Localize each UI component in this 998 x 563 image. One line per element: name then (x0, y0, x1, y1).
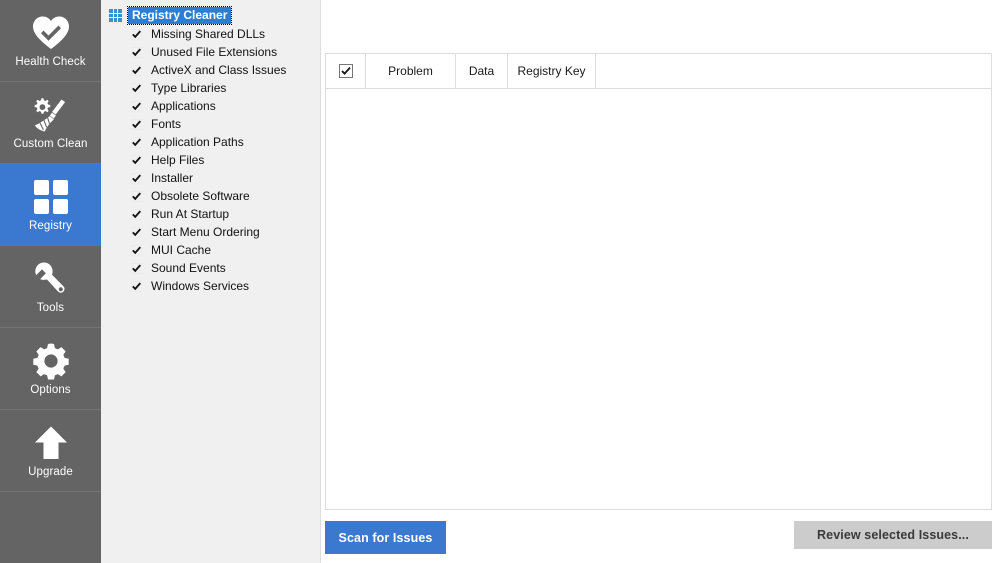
tree-item[interactable]: Application Paths (101, 133, 320, 151)
column-header-spacer (596, 54, 991, 88)
checkmark-icon[interactable] (131, 100, 142, 112)
results-table-body[interactable] (326, 89, 991, 509)
tree-item-label: Unused File Extensions (151, 44, 278, 59)
gear-icon (32, 341, 70, 381)
tree-item[interactable]: ActiveX and Class Issues (101, 61, 320, 79)
checkmark-icon[interactable] (131, 64, 142, 76)
checkmark-icon[interactable] (131, 154, 142, 166)
results-table: Problem Data Registry Key (325, 53, 992, 510)
tree-item[interactable]: Sound Events (101, 259, 320, 277)
tree-item[interactable]: Missing Shared DLLs (101, 25, 320, 43)
tree-item[interactable]: Unused File Extensions (101, 43, 320, 61)
tree-item-label: Run At Startup (151, 206, 230, 221)
tree-item[interactable]: Installer (101, 169, 320, 187)
tree-item-label: Sound Events (151, 260, 226, 275)
checkmark-icon[interactable] (131, 280, 142, 292)
tree-item-label: Fonts (151, 116, 182, 131)
tree-item-label: Obsolete Software (151, 188, 250, 203)
wrench-icon (32, 259, 70, 299)
checkmark-icon[interactable] (131, 172, 142, 184)
left-nav-sidebar: Health Check Custom Clean Registry Tools… (0, 0, 101, 563)
tree-item-label: Missing Shared DLLs (151, 26, 266, 41)
tree-item-label: Applications (151, 98, 216, 113)
tree-root-registry-cleaner[interactable]: Registry Cleaner (101, 6, 320, 25)
sidebar-item-upgrade[interactable]: Upgrade (0, 410, 101, 492)
heart-check-icon (31, 13, 71, 53)
tree-item[interactable]: Applications (101, 97, 320, 115)
sidebar-filler (0, 492, 101, 563)
column-header-data[interactable]: Data (456, 54, 508, 88)
sidebar-item-label: Registry (29, 219, 72, 232)
tree-item-label: Application Paths (151, 134, 244, 149)
results-table-header: Problem Data Registry Key (326, 54, 991, 89)
tree-item[interactable]: Start Menu Ordering (101, 223, 320, 241)
tree-item-label: Installer (151, 170, 194, 185)
main-content-panel: Problem Data Registry Key Scan for Issue… (321, 0, 998, 563)
tree-item-label: Type Libraries (151, 80, 227, 95)
checkmark-icon[interactable] (131, 244, 142, 256)
column-header-problem[interactable]: Problem (366, 54, 456, 88)
tree-root-label: Registry Cleaner (126, 6, 233, 25)
checkmark-icon[interactable] (131, 46, 142, 58)
sidebar-item-label: Custom Clean (13, 137, 88, 150)
sidebar-item-registry[interactable]: Registry (0, 164, 101, 246)
app-window: Health Check Custom Clean Registry Tools… (0, 0, 998, 563)
tree-item-label: Start Menu Ordering (151, 224, 260, 239)
sidebar-item-label: Tools (36, 301, 65, 314)
sidebar-item-health-check[interactable]: Health Check (0, 0, 101, 82)
checkmark-icon[interactable] (131, 28, 142, 40)
checkmark-icon[interactable] (131, 262, 142, 274)
review-selected-issues-button[interactable]: Review selected Issues... (794, 521, 992, 549)
tree-item[interactable]: Obsolete Software (101, 187, 320, 205)
sidebar-item-label: Upgrade (28, 465, 73, 478)
tree-item[interactable]: Help Files (101, 151, 320, 169)
checkmark-icon[interactable] (131, 226, 142, 238)
broom-gear-icon (30, 95, 72, 135)
tree-item[interactable]: MUI Cache (101, 241, 320, 259)
registry-cleaner-tree-panel: Registry Cleaner Missing Shared DLLs Unus… (101, 0, 321, 563)
tree-item[interactable]: Windows Services (101, 277, 320, 295)
checkmark-icon[interactable] (131, 118, 142, 130)
select-all-checkbox[interactable] (338, 64, 353, 78)
grid-squares-icon (109, 9, 122, 22)
sidebar-item-options[interactable]: Options (0, 328, 101, 410)
tree-item-label: Windows Services (151, 278, 250, 293)
tree-item[interactable]: Run At Startup (101, 205, 320, 223)
checkmark-icon[interactable] (131, 136, 142, 148)
tree-item-label: ActiveX and Class Issues (151, 62, 287, 77)
column-header-registry-key[interactable]: Registry Key (508, 54, 596, 88)
scan-for-issues-button[interactable]: Scan for Issues (325, 521, 446, 554)
up-arrow-icon (33, 423, 69, 463)
sidebar-item-tools[interactable]: Tools (0, 246, 101, 328)
tree-item-label: Help Files (151, 152, 205, 167)
tree-item[interactable]: Type Libraries (101, 79, 320, 97)
tree-children-list: Missing Shared DLLs Unused File Extension… (101, 25, 320, 295)
grid-squares-icon (33, 177, 69, 217)
sidebar-item-custom-clean[interactable]: Custom Clean (0, 82, 101, 164)
tree-item-label: MUI Cache (151, 242, 212, 257)
checkmark-icon[interactable] (131, 82, 142, 94)
checkmark-icon[interactable] (131, 208, 142, 220)
tree-item[interactable]: Fonts (101, 115, 320, 133)
sidebar-item-label: Health Check (15, 55, 86, 68)
sidebar-item-label: Options (30, 383, 71, 396)
select-all-column[interactable] (326, 54, 366, 88)
checkmark-icon[interactable] (131, 190, 142, 202)
